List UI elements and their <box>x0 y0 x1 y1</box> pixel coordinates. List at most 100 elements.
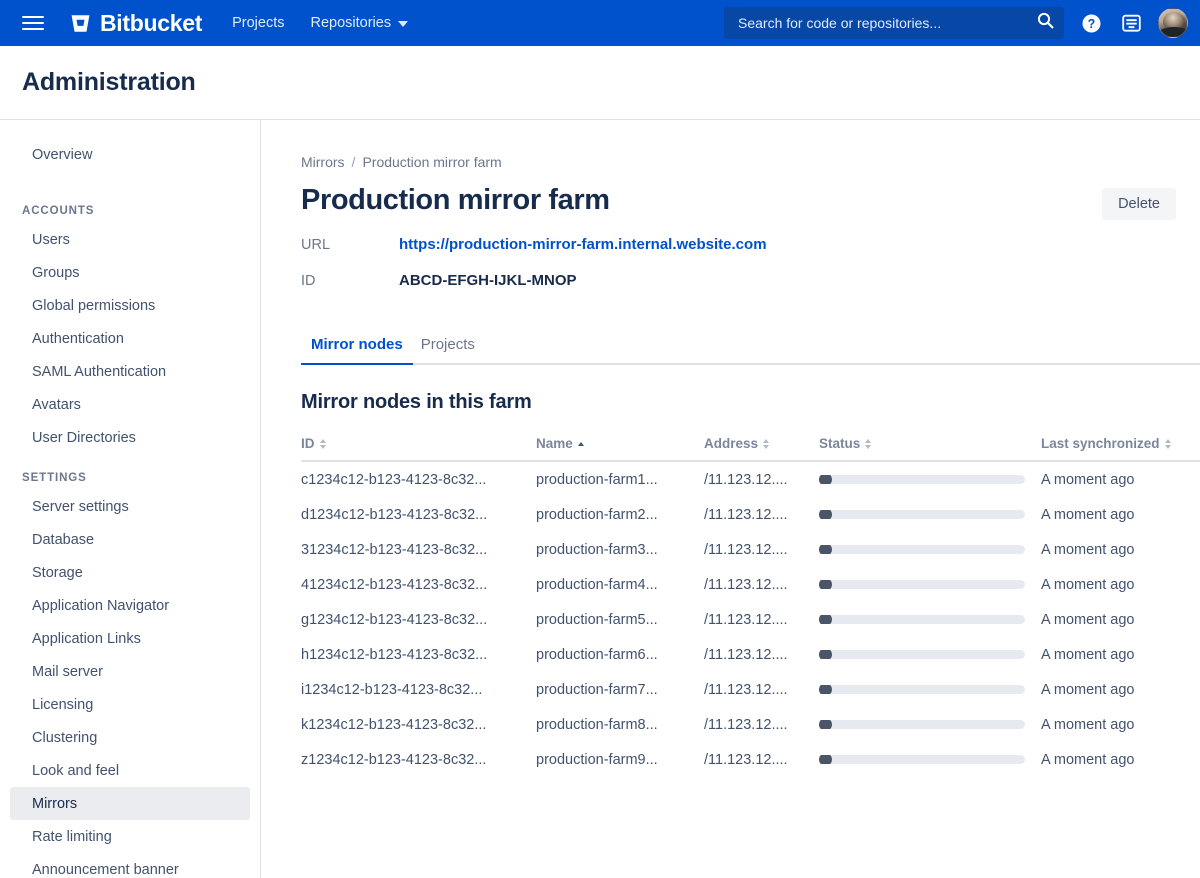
column-header-name[interactable]: Name <box>536 436 704 451</box>
sidebar-item-global-permissions[interactable]: Global permissions <box>10 289 250 322</box>
table-row[interactable]: c1234c12-b123-4123-8c32... production-fa… <box>301 462 1200 497</box>
cell-name: production-farm7... <box>536 681 658 698</box>
cell-id: c1234c12-b123-4123-8c32... <box>301 471 487 488</box>
table-row[interactable]: 31234c12-b123-4123-8c32... production-fa… <box>301 532 1200 567</box>
sidebar-item-user-directories[interactable]: User Directories <box>10 421 250 454</box>
cell-status <box>819 545 1041 554</box>
table-row[interactable]: z1234c12-b123-4123-8c32... production-fa… <box>301 742 1200 777</box>
breadcrumb-item-current: Production mirror farm <box>362 154 502 170</box>
sort-icon-status[interactable] <box>865 438 872 449</box>
table-row[interactable]: h1234c12-b123-4123-8c32... production-fa… <box>301 637 1200 672</box>
sidebar-item-clustering[interactable]: Clustering <box>10 721 250 754</box>
column-header-address[interactable]: Address <box>704 436 819 451</box>
sort-icon-last-synchronized[interactable] <box>1164 438 1171 449</box>
sidebar-item-label: Avatars <box>32 396 81 413</box>
hamburger-menu-icon[interactable] <box>22 12 44 34</box>
breadcrumb: Mirrors / Production mirror farm <box>301 154 1200 170</box>
cell-id: 41234c12-b123-4123-8c32... <box>301 576 488 593</box>
sidebar-heading-settings: SETTINGS <box>22 472 87 484</box>
sidebar-item-server-settings[interactable]: Server settings <box>10 490 250 523</box>
sort-icon-name-ascending[interactable] <box>577 441 584 446</box>
sidebar-item-database[interactable]: Database <box>10 523 250 556</box>
cell-status <box>819 685 1041 694</box>
column-header-name-label: Name <box>536 436 573 451</box>
table-row[interactable]: 41234c12-b123-4123-8c32... production-fa… <box>301 567 1200 602</box>
cell-last-synchronized: A moment ago <box>1041 611 1135 628</box>
cell-address: /11.123.12.... <box>704 541 788 558</box>
cell-name: production-farm8... <box>536 716 658 733</box>
cell-id: g1234c12-b123-4123-8c32... <box>301 611 488 628</box>
sidebar-item-avatars[interactable]: Avatars <box>10 388 250 421</box>
status-loading-bar <box>819 475 1025 484</box>
page-body: Overview ACCOUNTS Users Groups Global pe… <box>0 120 1200 878</box>
cell-id: d1234c12-b123-4123-8c32... <box>301 506 488 523</box>
tab-mirror-nodes[interactable]: Mirror nodes <box>301 330 413 365</box>
search-input[interactable] <box>736 14 1037 32</box>
cell-last-synchronized: A moment ago <box>1041 646 1135 663</box>
status-loading-bar <box>819 685 1025 694</box>
cell-status <box>819 650 1041 659</box>
nav-item-repositories[interactable]: Repositories <box>310 15 409 31</box>
cell-last-synchronized: A moment ago <box>1041 541 1135 558</box>
cell-name: production-farm6... <box>536 646 658 663</box>
detail-value-url[interactable]: https://production-mirror-farm.internal.… <box>399 236 767 253</box>
cell-address: /11.123.12.... <box>704 681 788 698</box>
nav-item-projects[interactable]: Projects <box>232 15 284 31</box>
cell-address: /11.123.12.... <box>704 646 788 663</box>
bitbucket-wordmark: Bitbucket <box>100 9 203 36</box>
sidebar-item-label: Mail server <box>32 663 103 680</box>
bitbucket-logo[interactable]: Bitbucket <box>70 9 203 36</box>
sidebar-item-storage[interactable]: Storage <box>10 556 250 589</box>
sidebar-item-users[interactable]: Users <box>10 223 250 256</box>
notifications-icon[interactable] <box>1118 10 1144 36</box>
search-icon[interactable] <box>1037 12 1054 34</box>
sidebar-item-label: Mirrors <box>32 795 78 812</box>
sidebar-item-label: User Directories <box>32 429 136 446</box>
sidebar-item-groups[interactable]: Groups <box>10 256 250 289</box>
sidebar-item-authentication[interactable]: Authentication <box>10 322 250 355</box>
cell-last-synchronized: A moment ago <box>1041 576 1135 593</box>
sidebar-item-mirrors[interactable]: Mirrors <box>10 787 250 820</box>
sort-icon-id[interactable] <box>319 438 326 449</box>
cell-status <box>819 720 1041 729</box>
sidebar-item-announcement-banner[interactable]: Announcement banner <box>10 853 250 878</box>
table-row[interactable]: i1234c12-b123-4123-8c32... production-fa… <box>301 672 1200 707</box>
help-icon[interactable]: ? <box>1078 10 1104 36</box>
sidebar-item-application-links[interactable]: Application Links <box>10 622 250 655</box>
sidebar-item-rate-limiting[interactable]: Rate limiting <box>10 820 250 853</box>
cell-status <box>819 475 1041 484</box>
user-avatar[interactable] <box>1158 8 1188 38</box>
sort-icon-address[interactable] <box>763 438 770 449</box>
table-row[interactable]: d1234c12-b123-4123-8c32... production-fa… <box>301 497 1200 532</box>
top-nav-right-cluster: ? <box>724 7 1188 39</box>
column-header-id[interactable]: ID <box>301 436 536 451</box>
table-row[interactable]: g1234c12-b123-4123-8c32... production-fa… <box>301 602 1200 637</box>
breadcrumb-item-mirrors[interactable]: Mirrors <box>301 154 345 170</box>
sidebar-item-look-and-feel[interactable]: Look and feel <box>10 754 250 787</box>
cell-last-synchronized: A moment ago <box>1041 506 1135 523</box>
sidebar-item-application-navigator[interactable]: Application Navigator <box>10 589 250 622</box>
detail-label-url: URL <box>301 237 331 253</box>
cell-name: production-farm9... <box>536 751 658 768</box>
cell-id: h1234c12-b123-4123-8c32... <box>301 646 488 663</box>
sidebar-item-mail-server[interactable]: Mail server <box>10 655 250 688</box>
admin-page-header: Administration <box>0 46 1200 120</box>
table-header-row: ID Name Address Status Last synchronized <box>301 436 1200 462</box>
status-loading-bar <box>819 510 1025 519</box>
cell-status <box>819 580 1041 589</box>
cell-status <box>819 755 1041 764</box>
column-header-last-synchronized[interactable]: Last synchronized <box>1041 436 1200 451</box>
sidebar-item-licensing[interactable]: Licensing <box>10 688 250 721</box>
sidebar-item-overview[interactable]: Overview <box>10 138 250 171</box>
sidebar-item-saml-authentication[interactable]: SAML Authentication <box>10 355 250 388</box>
sidebar-item-label: Server settings <box>32 498 129 515</box>
cell-address: /11.123.12.... <box>704 716 788 733</box>
table-body: c1234c12-b123-4123-8c32... production-fa… <box>301 462 1200 777</box>
sidebar-item-label: Database <box>32 531 95 548</box>
table-row[interactable]: k1234c12-b123-4123-8c32... production-fa… <box>301 707 1200 742</box>
search-box[interactable] <box>724 7 1064 39</box>
delete-button[interactable]: Delete <box>1102 188 1176 220</box>
column-header-status[interactable]: Status <box>819 436 1041 451</box>
tab-projects[interactable]: Projects <box>411 330 485 363</box>
